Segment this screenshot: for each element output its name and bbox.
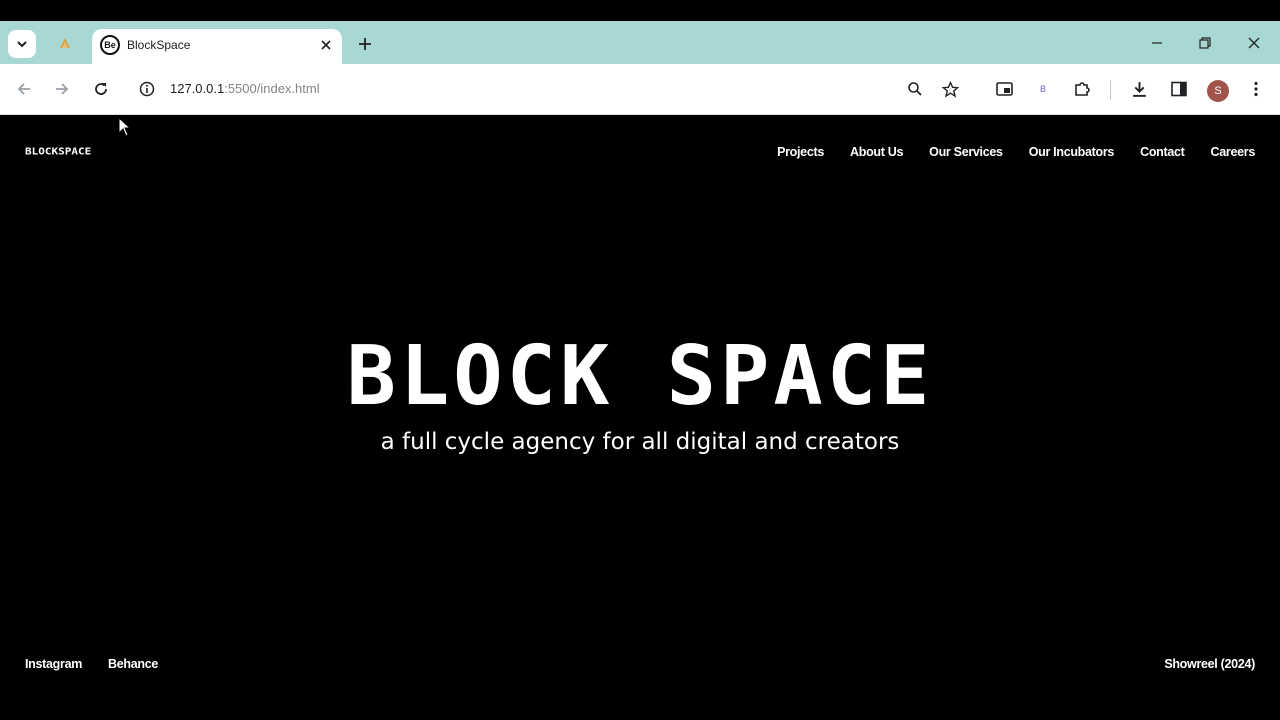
extension-b-button[interactable]: B [1030, 76, 1056, 102]
extension-b-icon: B [1039, 84, 1046, 94]
browser-tab-bar: Be BlockSpace [0, 21, 1280, 64]
downloads-button[interactable] [1126, 76, 1152, 102]
url-path: :5500/index.html [224, 81, 320, 96]
plus-icon [359, 38, 371, 50]
puzzle-icon [1075, 82, 1090, 96]
picture-in-picture-button[interactable] [991, 76, 1017, 102]
star-icon [941, 80, 959, 98]
chevron-down-icon [17, 41, 27, 48]
minimize-button[interactable] [1143, 30, 1171, 56]
tab-favicon-icon: Be [100, 35, 120, 55]
close-window-button[interactable] [1240, 30, 1268, 56]
link-instagram[interactable]: Instagram [25, 657, 82, 671]
address-bar[interactable]: 127.0.0.1:5500/index.html [170, 81, 320, 96]
download-icon [1132, 81, 1146, 97]
arrow-left-icon [17, 83, 30, 95]
side-panel-icon [1171, 81, 1187, 97]
menu-button[interactable] [1243, 76, 1269, 102]
nav-our-services[interactable]: Our Services [929, 145, 1003, 159]
tab-title: BlockSpace [127, 38, 191, 52]
back-button[interactable] [11, 76, 37, 102]
side-panel-button[interactable] [1166, 76, 1192, 102]
pinned-tab[interactable] [54, 33, 76, 53]
nav-careers[interactable]: Careers [1211, 145, 1256, 159]
bookmark-button[interactable] [937, 76, 963, 102]
nav-contact[interactable]: Contact [1140, 145, 1185, 159]
nav-our-incubators[interactable]: Our Incubators [1029, 145, 1115, 159]
nav-about-us[interactable]: About Us [850, 145, 903, 159]
zoom-icon [908, 82, 922, 96]
showreel-link[interactable]: Showreel (2024) [1164, 657, 1255, 671]
restore-button[interactable] [1191, 30, 1219, 56]
reload-icon [95, 83, 107, 95]
social-links: Instagram Behance [25, 657, 158, 671]
tab-close-button[interactable] [316, 35, 336, 55]
mouse-cursor-icon [118, 117, 132, 137]
browser-toolbar: 127.0.0.1:5500/index.html B [0, 64, 1280, 115]
zoom-button[interactable] [902, 76, 928, 102]
close-icon [321, 40, 331, 50]
close-icon [1248, 37, 1260, 49]
tab-search-button[interactable] [8, 30, 36, 58]
active-tab[interactable]: Be BlockSpace [92, 29, 342, 64]
toolbar-separator [1110, 80, 1111, 100]
reload-button[interactable] [88, 76, 114, 102]
webpage: BLOCKSPACE Projects About Us Our Service… [0, 115, 1280, 720]
new-tab-button[interactable] [352, 31, 378, 57]
screen-top-strip [0, 0, 1280, 21]
nav-projects[interactable]: Projects [777, 145, 824, 159]
forward-button[interactable] [49, 76, 75, 102]
hero-title: BLOCK SPACE [346, 329, 934, 424]
link-behance[interactable]: Behance [108, 657, 158, 671]
arrow-right-icon [56, 83, 69, 95]
picture-in-picture-icon [995, 82, 1013, 96]
site-nav: Projects About Us Our Services Our Incub… [777, 145, 1255, 159]
profile-avatar[interactable]: S [1207, 80, 1229, 102]
minimize-icon [1152, 42, 1162, 44]
pinned-tab-favicon-icon [60, 38, 70, 48]
site-info-button[interactable] [134, 76, 160, 102]
more-vertical-icon [1254, 81, 1258, 97]
hero-subtitle: a full cycle agency for all digital and … [380, 429, 900, 455]
restore-icon [1199, 37, 1211, 49]
info-icon [139, 81, 155, 97]
extensions-button[interactable] [1069, 76, 1095, 102]
site-logo[interactable]: BLOCKSPACE [25, 146, 91, 158]
url-host: 127.0.0.1 [170, 81, 225, 96]
